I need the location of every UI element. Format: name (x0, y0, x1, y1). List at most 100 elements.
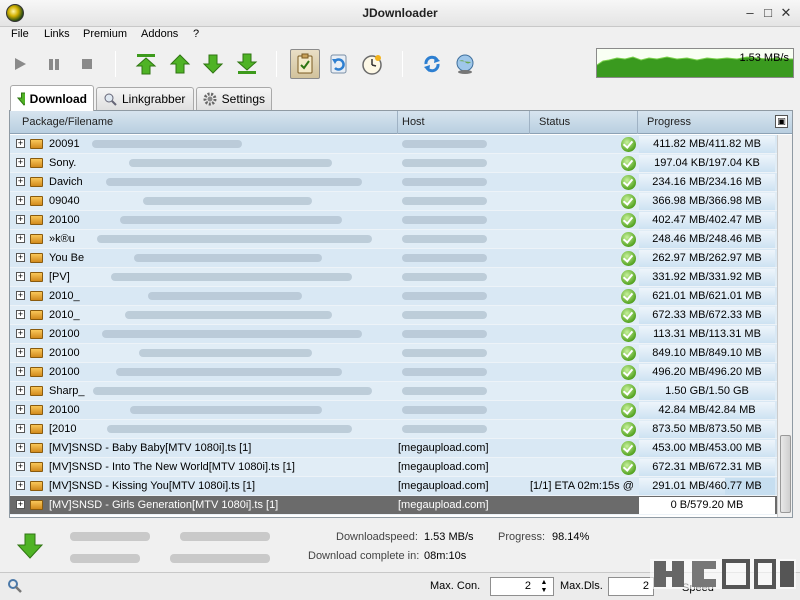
finished-check-icon (621, 441, 636, 456)
expand-icon[interactable]: + (16, 234, 25, 243)
expand-icon[interactable]: + (16, 139, 25, 148)
column-status[interactable]: Status (530, 111, 638, 134)
table-row[interactable]: + Sony. 197.04 KB/197.04 KB (10, 154, 777, 173)
move-down-icon[interactable] (198, 49, 228, 79)
finished-check-icon (621, 422, 636, 437)
progress-text: 873.50 MB/873.50 MB (652, 423, 762, 435)
menu-addons[interactable]: Addons (141, 28, 178, 40)
finished-check-icon (621, 365, 636, 380)
table-row[interactable]: +20100 402.47 MB/402.47 MB (10, 211, 777, 230)
expand-icon[interactable]: + (16, 329, 25, 338)
refresh-icon[interactable] (417, 49, 447, 79)
move-bottom-icon[interactable] (232, 49, 262, 79)
menu-premium[interactable]: Premium (83, 28, 127, 40)
table-row[interactable]: + [MV]SNSD - Into The New World[MTV 1080i… (10, 458, 777, 477)
table-row[interactable]: +2010_ 621.01 MB/621.01 MB (10, 287, 777, 306)
vertical-scrollbar[interactable] (777, 135, 792, 517)
table-row[interactable]: +20100 496.20 MB/496.20 MB (10, 363, 777, 382)
table-row[interactable]: +09040 366.98 MB/366.98 MB (10, 192, 777, 211)
expand-icon[interactable]: + (16, 348, 25, 357)
maximize-icon[interactable]: □ (760, 5, 776, 21)
expand-icon[interactable]: + (16, 462, 25, 471)
progress-text: 621.01 MB/621.01 MB (652, 290, 762, 302)
package-icon (30, 196, 43, 206)
stop-icon[interactable] (72, 49, 102, 79)
row-filename: 20100 (49, 347, 80, 359)
column-package-filename[interactable]: Package/Filename (10, 111, 398, 134)
expand-icon[interactable]: + (16, 215, 25, 224)
expand-icon[interactable]: + (16, 272, 25, 281)
max-con-spinner[interactable]: 2 ▲ ▼ (490, 577, 554, 596)
reconnect-icon[interactable] (324, 49, 354, 79)
progress-text: 1.50 GB/1.50 GB (665, 385, 749, 397)
expand-icon[interactable]: + (16, 424, 25, 433)
scrollbar-thumb[interactable] (780, 435, 791, 513)
finished-check-icon (621, 308, 636, 323)
table-row[interactable]: +20100 113.31 MB/113.31 MB (10, 325, 777, 344)
close-icon[interactable]: ✕ (778, 5, 794, 21)
minimize-icon[interactable]: – (742, 5, 758, 21)
menu-links[interactable]: Links (44, 28, 70, 40)
progress-text: 453.00 MB/453.00 MB (652, 442, 762, 454)
table-row[interactable]: +20100 42.84 MB/42.84 MB (10, 401, 777, 420)
column-host[interactable]: Host (398, 111, 530, 134)
table-header: Package/Filename Host Status Progress ▣ (10, 111, 792, 134)
table-row[interactable]: + [MV]SNSD - Kissing You[MTV 1080i].ts [1… (10, 477, 777, 496)
expand-icon[interactable]: + (16, 158, 25, 167)
table-row[interactable]: + »k®u 248.46 MB/248.46 MB (10, 230, 777, 249)
expand-icon[interactable]: + (16, 500, 25, 509)
table-row[interactable]: +2010_ 672.33 MB/672.33 MB (10, 306, 777, 325)
tab-download[interactable]: Download (10, 85, 94, 111)
expand-icon[interactable]: + (16, 443, 25, 452)
column-progress[interactable]: Progress (638, 111, 774, 134)
table-row[interactable]: + You Be 262.97 MB/262.97 MB (10, 249, 777, 268)
progress-text: 42.84 MB/42.84 MB (658, 404, 756, 416)
table-row[interactable]: +20100 849.10 MB/849.10 MB (10, 344, 777, 363)
download-speed-value: 1.53 MB/s (424, 531, 474, 543)
play-icon[interactable] (5, 49, 35, 79)
column-config-icon[interactable]: ▣ (775, 115, 788, 128)
menu-file[interactable]: File (11, 28, 29, 40)
finished-check-icon (621, 327, 636, 342)
row-progress: 411.82 MB/411.82 MB (639, 136, 775, 153)
table-row[interactable]: + [MV]SNSD - Baby Baby[MTV 1080i].ts [1] [… (10, 439, 777, 458)
expand-icon[interactable]: + (16, 310, 25, 319)
expand-icon[interactable]: + (16, 386, 25, 395)
package-icon (30, 481, 43, 491)
settings-wrench-icon[interactable] (7, 578, 23, 594)
progress-text: 291.01 MB/460.77 MB (652, 480, 762, 492)
tab-settings[interactable]: Settings (196, 87, 272, 110)
menu-help[interactable]: ? (193, 28, 199, 40)
expand-icon[interactable]: + (16, 196, 25, 205)
expand-icon[interactable]: + (16, 405, 25, 414)
progress-text: 411.82 MB/411.82 MB (653, 138, 761, 150)
expand-icon[interactable]: + (16, 367, 25, 376)
update-globe-icon[interactable] (450, 49, 480, 79)
clipboard-icon[interactable] (290, 49, 320, 79)
spinner-arrows-icon[interactable]: ▲ ▼ (537, 579, 551, 595)
row-host: [megaupload.com] (398, 480, 489, 492)
row-progress: 1.50 GB/1.50 GB (639, 383, 775, 400)
table-row[interactable]: + Sharp_ 1.50 GB/1.50 GB (10, 382, 777, 401)
table-row[interactable]: + [MV]SNSD - Girls Generation[MTV 1080i].… (10, 496, 777, 515)
row-status: [1/1] ETA 02m:15s @ (530, 480, 634, 492)
package-icon (30, 462, 43, 472)
finished-check-icon (621, 384, 636, 399)
expand-icon[interactable]: + (16, 291, 25, 300)
move-top-icon[interactable] (131, 49, 161, 79)
table-row[interactable]: + [PV] 331.92 MB/331.92 MB (10, 268, 777, 287)
expand-icon[interactable]: + (16, 253, 25, 262)
finished-check-icon (621, 270, 636, 285)
expand-icon[interactable]: + (16, 177, 25, 186)
move-up-icon[interactable] (165, 49, 195, 79)
pause-icon[interactable] (39, 49, 69, 79)
expand-icon[interactable]: + (16, 481, 25, 490)
row-filename: 2010_ (49, 290, 80, 302)
table-row[interactable]: + [2010 873.50 MB/873.50 MB (10, 420, 777, 439)
table-row[interactable]: +20091 411.82 MB/411.82 MB (10, 135, 777, 154)
tab-linkgrabber[interactable]: Linkgrabber (96, 87, 194, 110)
tab-download-label: Download (29, 91, 87, 106)
clock-icon[interactable] (357, 49, 387, 79)
download-table: Package/Filename Host Status Progress ▣ … (9, 110, 793, 518)
table-row[interactable]: + Davich 234.16 MB/234.16 MB (10, 173, 777, 192)
